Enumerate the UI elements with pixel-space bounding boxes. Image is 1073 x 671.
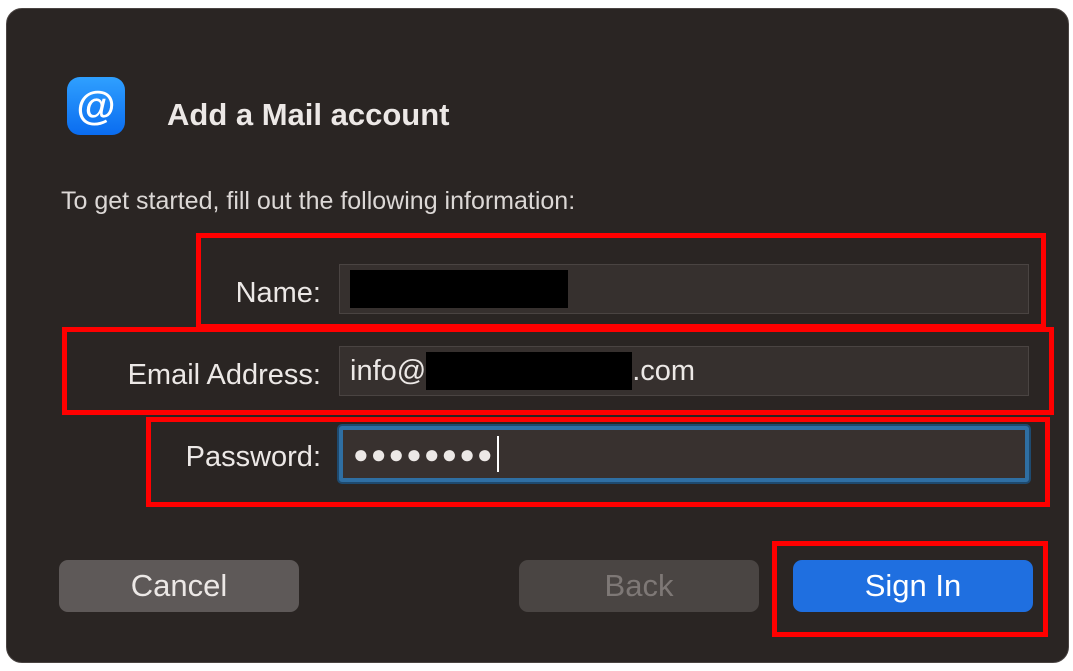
email-field[interactable]: info@ .com — [339, 346, 1029, 396]
password-field[interactable]: ●●●●●●●● — [339, 426, 1029, 482]
dialog-title: Add a Mail account — [167, 97, 450, 132]
sign-in-button[interactable]: Sign In — [793, 560, 1033, 612]
name-label: Name: — [235, 277, 321, 309]
at-sign-glyph: @ — [76, 84, 116, 128]
name-field[interactable] — [339, 264, 1029, 314]
password-mask: ●●●●●●●● — [353, 438, 495, 469]
email-prefix: info@ — [350, 354, 427, 387]
email-label: Email Address: — [127, 359, 321, 391]
back-button[interactable]: Back — [519, 560, 759, 612]
email-suffix: .com — [632, 354, 696, 387]
cancel-button[interactable]: Cancel — [59, 560, 299, 612]
password-label: Password: — [185, 441, 321, 473]
email-redaction — [426, 352, 633, 390]
dialog-subtitle: To get started, fill out the following i… — [61, 187, 576, 215]
name-redaction — [350, 270, 568, 308]
at-sign-icon: @ — [67, 77, 125, 135]
text-caret — [496, 436, 499, 472]
add-mail-account-dialog: @ Add a Mail account To get started, fil… — [6, 8, 1069, 663]
